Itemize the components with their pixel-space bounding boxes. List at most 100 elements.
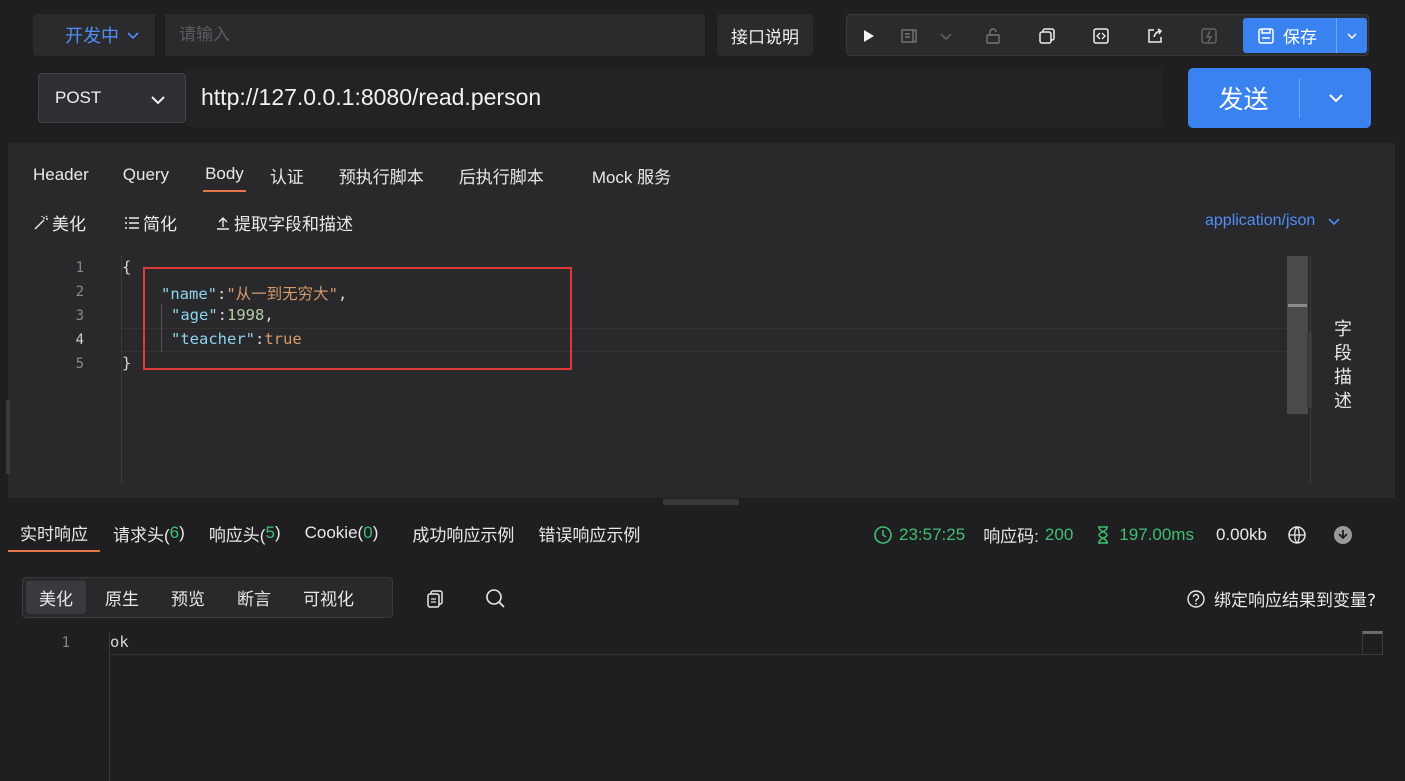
tab-request-headers[interactable]: 请求头(6): [101, 514, 197, 552]
bind-var-label: 绑定响应结果到变量?: [1214, 591, 1377, 611]
simplify-label: 简化: [143, 215, 177, 235]
response-body-viewer[interactable]: 1 ok: [50, 631, 1385, 781]
list-icon: [125, 216, 139, 229]
method-select[interactable]: POST: [38, 73, 186, 123]
mock-icon[interactable]: [1196, 23, 1222, 49]
chevron-down-icon: [1328, 94, 1343, 103]
view-preview[interactable]: 预览: [158, 581, 218, 614]
save-label: 保存: [1283, 28, 1317, 48]
view-raw[interactable]: 原生: [92, 581, 152, 614]
highlight-annotation: [143, 267, 572, 370]
count: 5: [265, 523, 275, 542]
response-time: 23:57:25: [873, 525, 965, 545]
line-number: 2: [75, 284, 84, 300]
run-icon[interactable]: [855, 23, 881, 49]
content-type-select[interactable]: application/json: [1205, 212, 1343, 230]
line-number: 1: [75, 260, 84, 276]
extract-fields-label: 提取字段和描述: [234, 215, 353, 235]
response-view-modes: 美化 原生 预览 断言 可视化: [22, 577, 393, 618]
status-select[interactable]: 开发中: [33, 14, 155, 56]
brace-close: }: [122, 354, 132, 372]
extract-fields-button[interactable]: 提取字段和描述: [215, 210, 353, 235]
paren: ): [372, 523, 379, 542]
code-icon[interactable]: [1088, 23, 1114, 49]
tab-error-example[interactable]: 错误响应示例: [526, 514, 652, 552]
response-body-text: ok: [110, 633, 129, 651]
count: 0: [363, 523, 373, 542]
method-label: POST: [55, 88, 102, 107]
tab-pre-script[interactable]: 预执行脚本: [339, 158, 424, 192]
tab-cookie[interactable]: Cookie(0): [293, 514, 391, 552]
size-value: 0.00kb: [1215, 524, 1268, 544]
view-visualize[interactable]: 可视化: [290, 581, 367, 614]
tab-response-headers[interactable]: 响应头(5): [197, 514, 293, 552]
active-line: [110, 631, 1363, 655]
scrollbar-thumb[interactable]: [1288, 304, 1307, 307]
tab-auth[interactable]: 认证: [270, 158, 304, 192]
field-description-tab[interactable]: 字段描述: [1310, 256, 1360, 484]
save-button[interactable]: 保存: [1243, 18, 1367, 53]
response-duration: 197.00ms: [1093, 525, 1194, 545]
response-size: 0.00kb: [1216, 525, 1267, 545]
url-input[interactable]: [186, 68, 1163, 127]
tab-realtime-response[interactable]: 实时响应: [8, 514, 100, 552]
tab-body[interactable]: Body: [203, 158, 246, 192]
response-code-area[interactable]: ok: [109, 631, 1385, 781]
view-assert[interactable]: 断言: [224, 581, 284, 614]
response-minimap[interactable]: [1362, 631, 1383, 655]
hourglass-icon: [1098, 525, 1109, 544]
chevron-down-icon: [1347, 32, 1357, 39]
bind-result-to-variable[interactable]: 绑定响应结果到变量?: [1186, 586, 1376, 611]
unlock-icon[interactable]: [980, 23, 1006, 49]
tab-mock-service[interactable]: Mock 服务: [592, 158, 671, 192]
send-dropdown[interactable]: [1300, 68, 1371, 128]
editor-scrollbar[interactable]: [1287, 256, 1308, 414]
field-description-label: 字段描述: [1334, 319, 1352, 412]
paren: ): [179, 523, 185, 542]
chevron-down-icon[interactable]: [933, 23, 959, 49]
tab-label: 请求头(: [113, 525, 170, 545]
help-icon: [1187, 589, 1205, 608]
panel-splitter[interactable]: [663, 499, 739, 505]
search-icon[interactable]: [484, 587, 506, 609]
count: 6: [169, 523, 180, 542]
line-number: 5: [75, 356, 84, 372]
share-icon[interactable]: [1142, 23, 1168, 49]
save-dropdown[interactable]: [1337, 29, 1367, 43]
copy-icon[interactable]: [1034, 23, 1060, 49]
request-tabs: Header Query Body 认证 预执行脚本 后执行脚本 Mock 服务: [33, 158, 671, 194]
body-toolbar: 美化 简化 提取字段和描述: [33, 210, 391, 235]
action-toolbar: 保存: [846, 14, 1369, 56]
upload-icon: [217, 216, 229, 230]
tab-header[interactable]: Header: [33, 158, 89, 192]
panel-edge: [6, 400, 10, 474]
save-icon: [1258, 27, 1274, 44]
status-value: 200: [1044, 524, 1074, 544]
simplify-button[interactable]: 简化: [124, 210, 177, 235]
tab-post-script[interactable]: 后执行脚本: [459, 158, 544, 192]
form-icon[interactable]: [896, 23, 922, 49]
send-button[interactable]: 发送: [1188, 68, 1371, 128]
brace-open: {: [122, 258, 132, 276]
beautify-button[interactable]: 美化: [33, 210, 86, 235]
chevron-down-icon: [127, 32, 139, 40]
api-doc-button[interactable]: 接口说明: [717, 14, 813, 56]
send-label: 发送: [1188, 78, 1300, 118]
status-label: 响应码:: [983, 527, 1039, 546]
copy-icon[interactable]: [424, 588, 446, 610]
tab-query[interactable]: Query: [123, 158, 169, 192]
status-code: 响应码: 200: [983, 522, 1073, 547]
clock-icon: [874, 525, 892, 544]
tab-label: Cookie(: [304, 523, 364, 542]
download-icon[interactable]: [1333, 525, 1353, 545]
view-beautify[interactable]: 美化: [26, 581, 86, 614]
globe-icon[interactable]: [1287, 525, 1307, 545]
chevron-down-icon: [1328, 218, 1340, 226]
line-number: 1: [61, 635, 70, 651]
tab-success-example[interactable]: 成功响应示例: [400, 514, 526, 552]
line-number: 4: [75, 332, 84, 348]
api-name-input[interactable]: [165, 14, 705, 56]
tab-label: 响应头(: [208, 525, 266, 545]
content-type-label: application/json: [1205, 212, 1316, 229]
time-value: 23:57:25: [899, 524, 966, 544]
